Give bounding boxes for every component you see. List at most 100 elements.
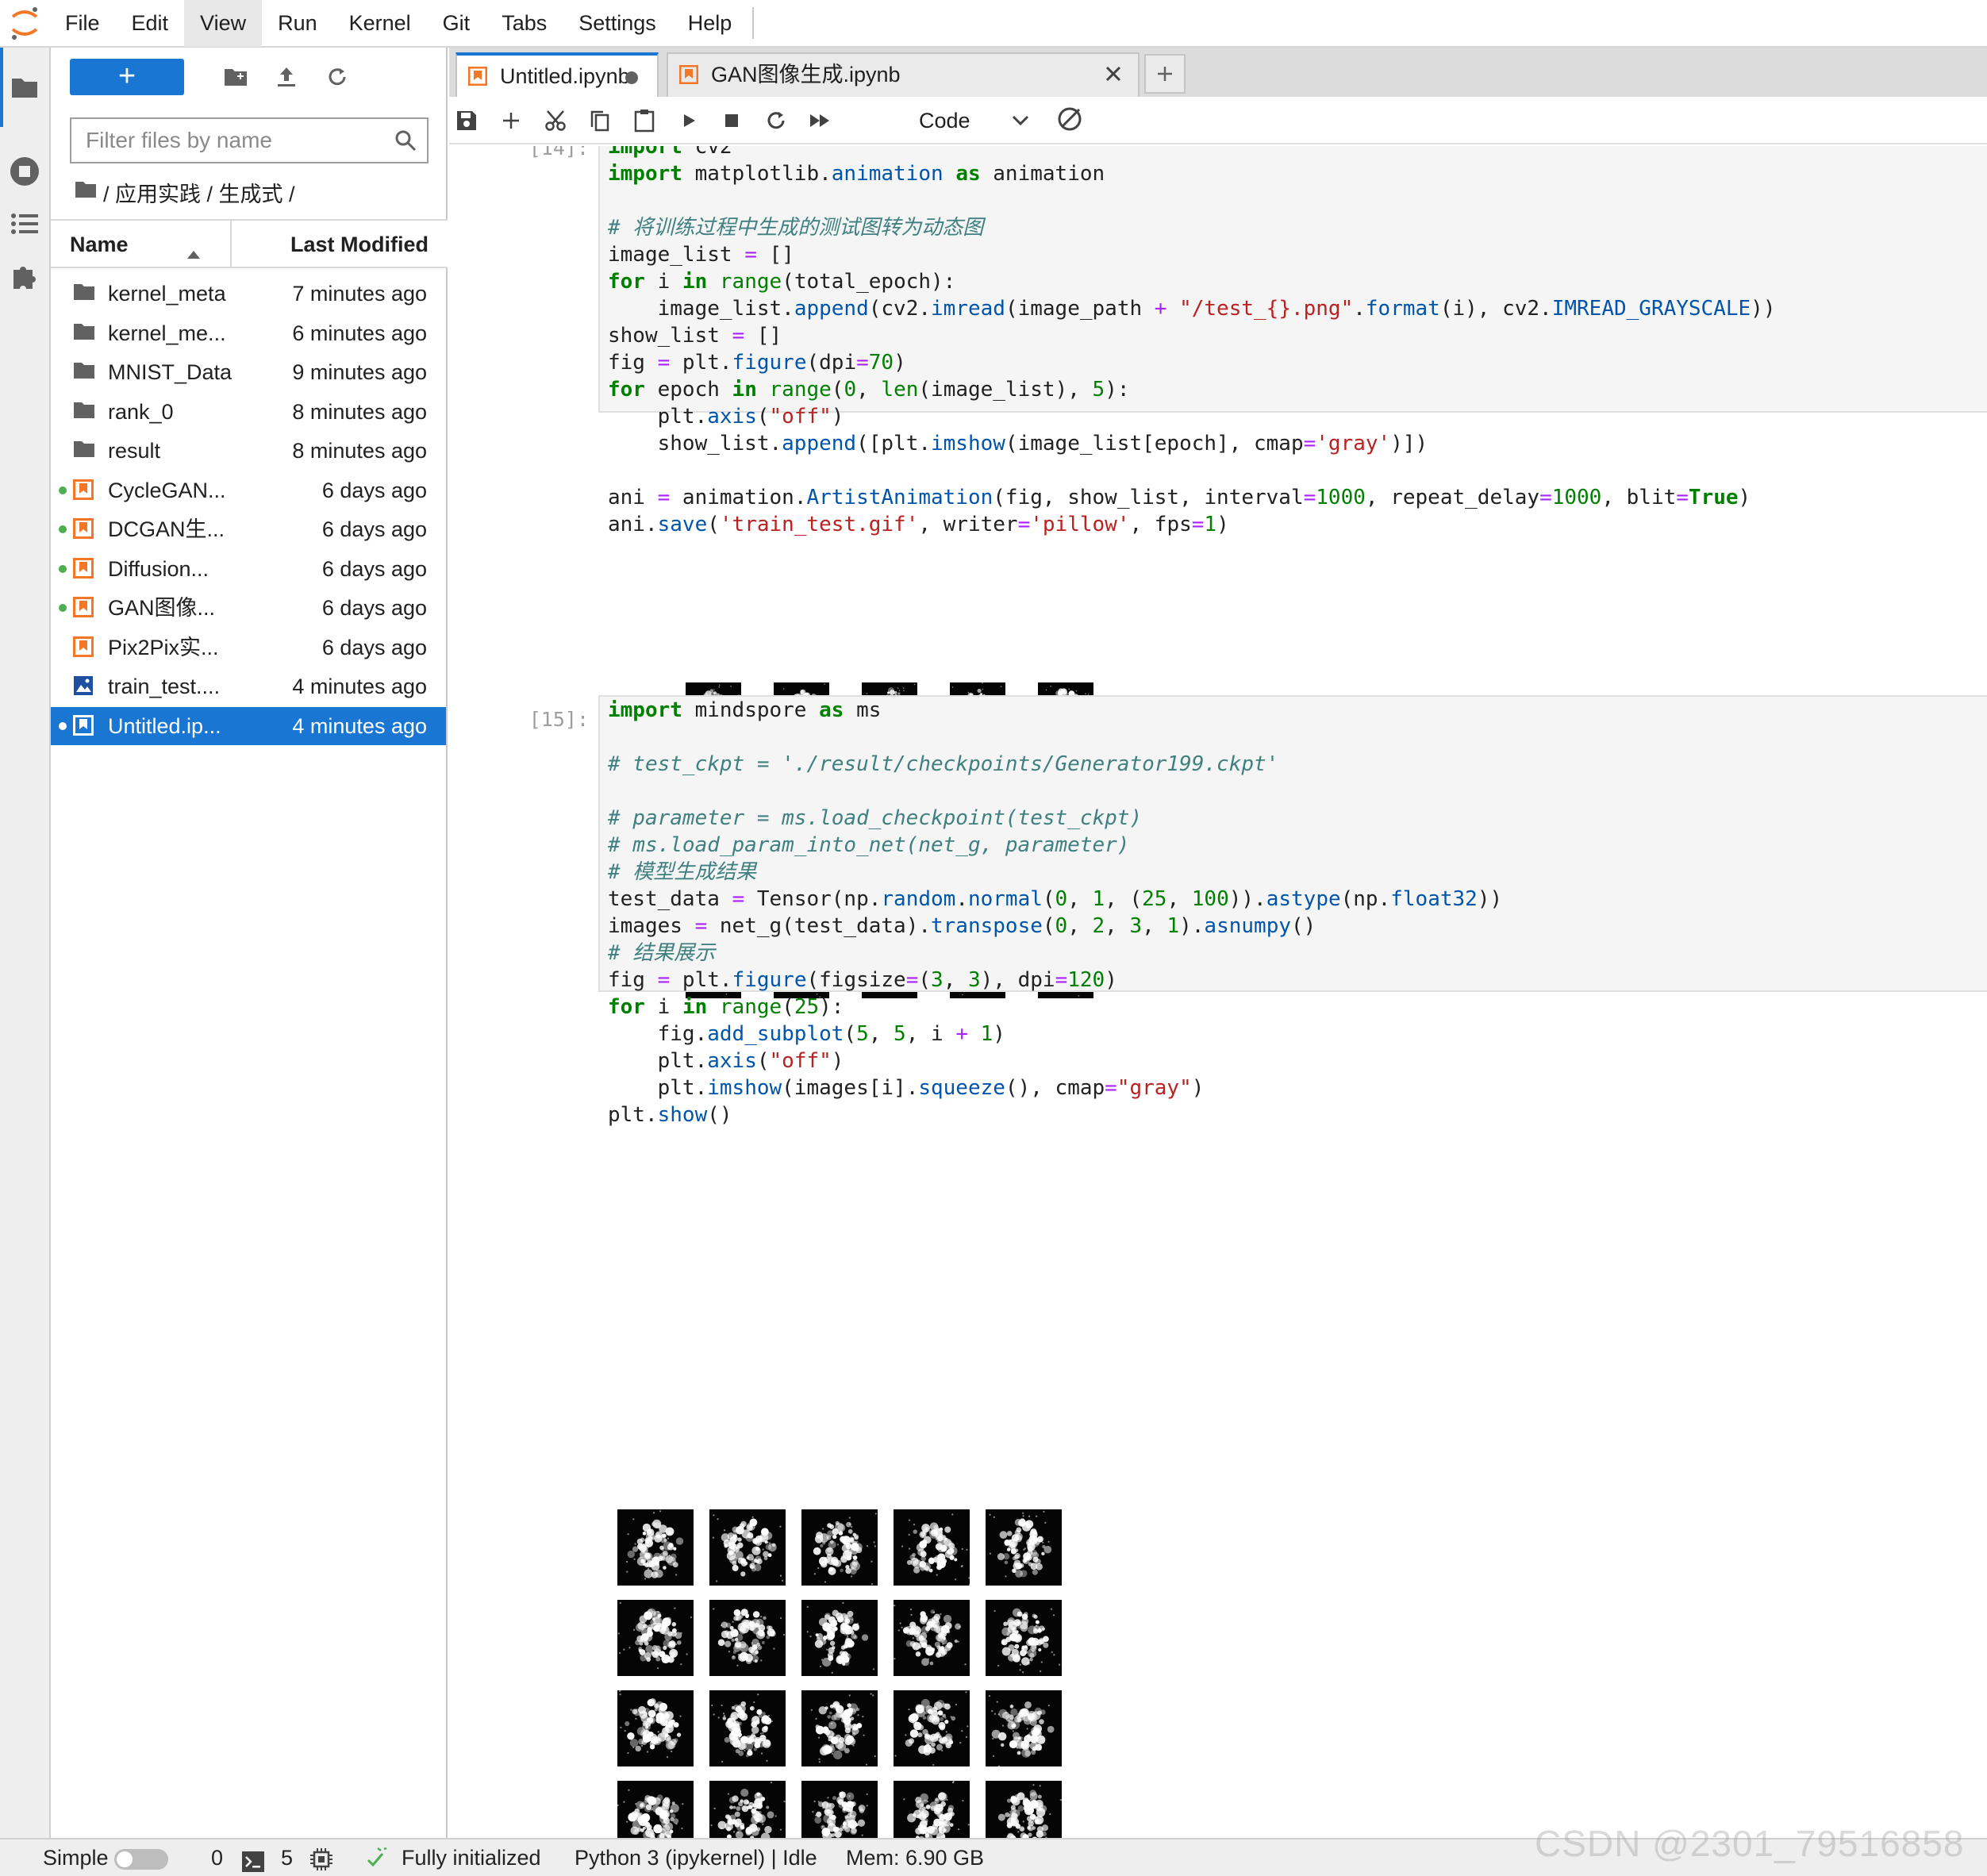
file-name: result <box>108 439 161 463</box>
extensions-icon[interactable] <box>0 244 49 308</box>
menu-help[interactable]: Help <box>672 0 748 47</box>
file-modified: 9 minutes ago <box>292 360 427 384</box>
tab-gan-ipynb[interactable]: GAN图像生成.ipynb <box>667 52 1140 97</box>
column-last-modified[interactable]: Last Modified <box>290 221 429 267</box>
running-indicator-icon <box>59 604 67 612</box>
code-editor[interactable]: import cv2 import matplotlib.animation a… <box>600 146 1987 538</box>
folder-icon <box>73 283 95 305</box>
file-row[interactable]: Untitled.ip... 4 minutes ago <box>51 706 446 745</box>
chevron-down-icon[interactable] <box>1011 108 1030 133</box>
restart-kernel-icon[interactable] <box>759 105 794 136</box>
file-name: train_test.... <box>108 675 221 698</box>
simple-mode-label: Simple <box>43 1846 109 1870</box>
file-name: DCGAN生... <box>108 517 225 541</box>
folder-icon <box>73 440 95 462</box>
file-row[interactable]: MNIST_Data 9 minutes ago <box>51 353 446 391</box>
terminal-count[interactable]: 0 <box>211 1839 223 1876</box>
file-name: kernel_meta <box>108 282 226 306</box>
close-icon[interactable] <box>1103 63 1124 90</box>
file-modified: 4 minutes ago <box>292 675 427 698</box>
file-name: kernel_me... <box>108 321 226 345</box>
file-modified: 8 minutes ago <box>292 399 427 424</box>
file-name: Pix2Pix实... <box>108 635 219 659</box>
menu-view[interactable]: View <box>184 0 263 47</box>
run-cell-icon[interactable] <box>671 105 706 136</box>
menu-settings[interactable]: Settings <box>563 0 672 47</box>
running-indicator-icon <box>59 721 67 730</box>
file-row[interactable]: DCGAN生... 6 days ago <box>51 510 446 548</box>
init-status[interactable]: Fully initialized <box>402 1839 541 1876</box>
tab-untitled-ipynb[interactable]: Untitled.ipynb <box>455 52 659 97</box>
new-launcher-button[interactable]: + <box>70 59 184 95</box>
new-folder-icon[interactable] <box>217 59 254 95</box>
filter-files-input[interactable] <box>71 119 389 162</box>
file-name: MNIST_Data <box>108 360 233 384</box>
cell-type-select[interactable]: Code <box>909 103 1060 138</box>
paste-icon[interactable] <box>627 105 662 136</box>
copy-icon[interactable] <box>582 105 617 136</box>
file-row[interactable]: train_test.... 4 minutes ago <box>51 667 446 705</box>
file-row[interactable]: rank_0 8 minutes ago <box>51 393 446 431</box>
breadcrumb-path[interactable]: / 应用实践 / 生成式 / <box>103 177 295 208</box>
generated-digit-image <box>894 1690 970 1766</box>
kernel-idle-icon[interactable] <box>1055 105 1084 139</box>
save-icon[interactable] <box>449 105 484 136</box>
code-editor[interactable]: import mindspore as ms # test_ckpt = './… <box>600 697 1987 1128</box>
notebook-icon <box>467 66 488 91</box>
kernel-count[interactable]: 5 <box>281 1839 293 1876</box>
activity-bar <box>0 48 51 1838</box>
generated-digit-image <box>894 1600 970 1676</box>
menu-kernel[interactable]: Kernel <box>333 0 427 47</box>
file-modified: 4 minutes ago <box>292 713 427 738</box>
menu-tabs[interactable]: Tabs <box>486 0 563 47</box>
menu-file[interactable]: File <box>49 0 116 47</box>
folder-icon <box>73 361 95 383</box>
file-name: Untitled.ip... <box>108 713 221 738</box>
kernel-chip-icon[interactable] <box>309 1846 333 1876</box>
menu-run[interactable]: Run <box>262 0 333 47</box>
restart-run-all-icon[interactable] <box>803 105 838 136</box>
generated-digit-image <box>709 1509 786 1586</box>
generated-digit-image <box>801 1509 878 1586</box>
add-tab-button[interactable] <box>1144 54 1186 94</box>
cut-icon[interactable] <box>538 105 573 136</box>
simple-mode-toggle[interactable] <box>114 1849 168 1870</box>
file-row[interactable]: kernel_meta 7 minutes ago <box>51 275 446 313</box>
notebook-icon <box>73 714 95 737</box>
stop-kernel-icon[interactable] <box>714 105 749 136</box>
folder-icon[interactable] <box>0 56 49 119</box>
file-row[interactable]: Diffusion... 6 days ago <box>51 550 446 588</box>
notebook-icon <box>73 597 95 619</box>
notebook-icon <box>678 64 699 90</box>
running-indicator-icon <box>59 486 67 494</box>
terminal-icon[interactable] <box>241 1847 265 1876</box>
code-cell-14[interactable]: import cv2 import matplotlib.animation a… <box>598 146 1987 536</box>
home-folder-icon[interactable] <box>75 180 97 205</box>
file-row[interactable]: kernel_me... 6 minutes ago <box>51 314 446 352</box>
file-name: rank_0 <box>108 399 174 424</box>
unsaved-indicator-icon[interactable] <box>625 71 638 84</box>
insert-cell-icon[interactable] <box>494 105 528 136</box>
upload-icon[interactable] <box>268 59 305 95</box>
notebook-panel: [14]: import cv2 import matplotlib.anima… <box>449 146 1987 1838</box>
menu-git[interactable]: Git <box>427 0 486 47</box>
kernel-status-text[interactable]: Python 3 (ipykernel) | Idle <box>575 1839 817 1876</box>
column-name[interactable]: Name <box>70 221 129 267</box>
notebook-icon <box>73 479 95 502</box>
code-cell-15[interactable]: import mindspore as ms # test_ckpt = './… <box>598 695 1987 1127</box>
sort-ascending-icon[interactable] <box>187 240 200 264</box>
generated-digit-image <box>801 1600 878 1676</box>
file-modified: 6 days ago <box>321 596 427 620</box>
file-row[interactable]: Pix2Pix实... 6 days ago <box>51 629 446 667</box>
generated-digit-image <box>986 1600 1062 1676</box>
file-row[interactable]: GAN图像... 6 days ago <box>51 589 446 627</box>
file-row[interactable]: result 8 minutes ago <box>51 432 446 470</box>
folder-icon <box>73 401 95 423</box>
breadcrumb: / 应用实践 / 生成式 / <box>75 176 295 208</box>
file-modified: 6 days ago <box>321 517 427 541</box>
lsp-status-icon[interactable] <box>367 1846 394 1876</box>
menu-edit[interactable]: Edit <box>116 0 185 47</box>
file-row[interactable]: CycleGAN... 6 days ago <box>51 471 446 509</box>
refresh-icon[interactable] <box>319 59 356 95</box>
column-divider[interactable] <box>230 221 232 267</box>
